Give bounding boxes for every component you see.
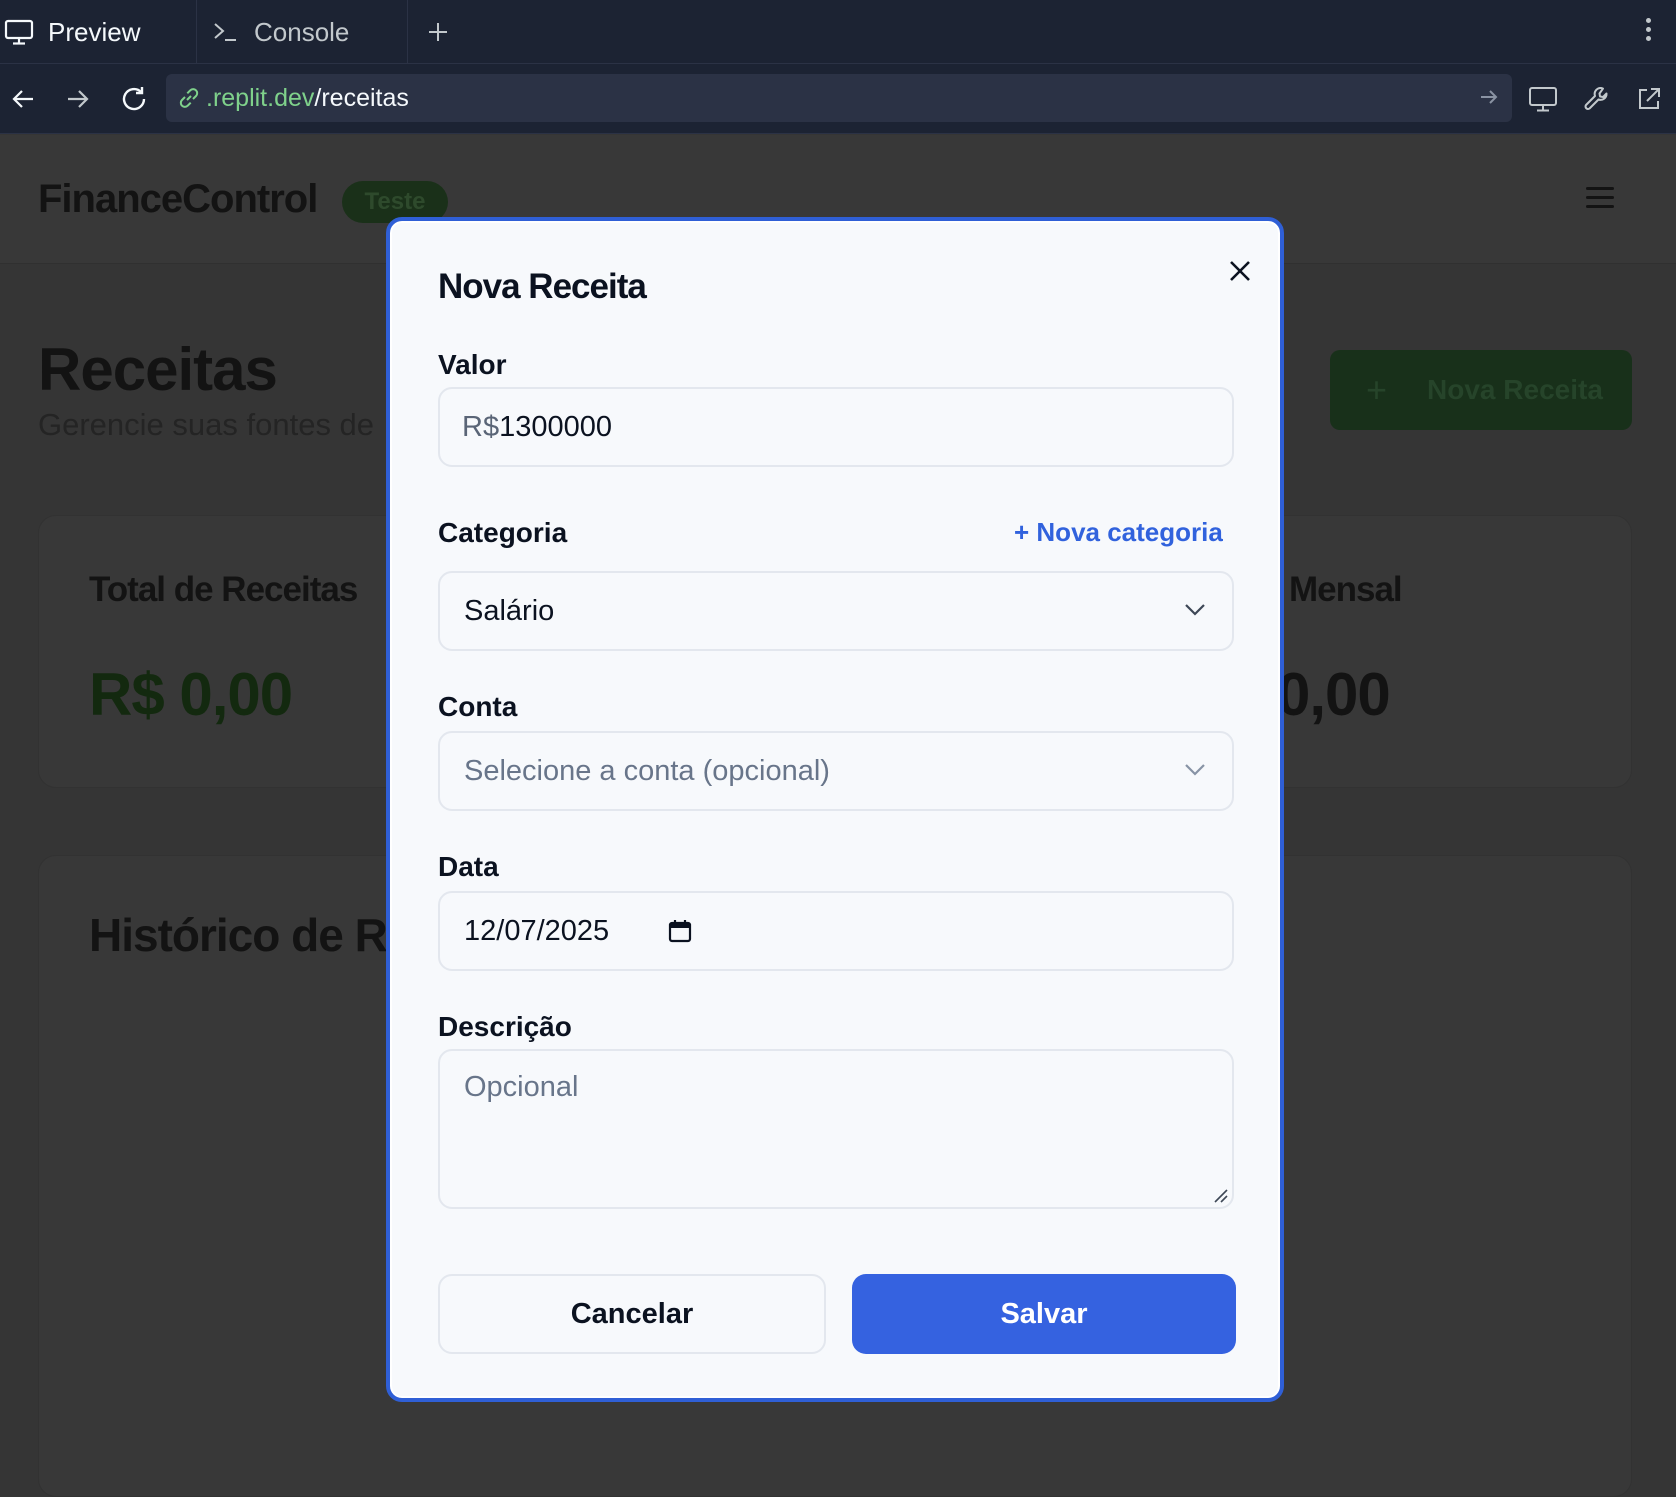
arrow-left-icon — [12, 90, 33, 108]
url-host: .replit.dev — [206, 83, 315, 112]
reload-button[interactable] — [117, 82, 151, 116]
new-tab-button[interactable] — [426, 14, 454, 50]
new-income-button-label: Nova Receita — [1427, 374, 1603, 405]
arrow-right-icon — [68, 90, 89, 108]
tab-console-label: Console — [254, 16, 350, 47]
url-path: /receitas — [314, 83, 409, 112]
more-options-icon[interactable] — [1636, 14, 1660, 50]
url-bar[interactable]: .replit.dev/receitas — [166, 74, 1512, 122]
chevron-down-icon — [1185, 764, 1205, 776]
brand-logo: FinanceControl — [38, 177, 318, 221]
page-subtitle: Gerencie suas fontes de — [38, 407, 375, 442]
devtools-button[interactable] — [1580, 82, 1614, 116]
save-button[interactable]: Salvar — [852, 1274, 1236, 1354]
monitor-icon — [4, 19, 34, 45]
close-button[interactable] — [1224, 255, 1256, 287]
reload-icon — [122, 87, 146, 111]
go-arrow-icon[interactable] — [1478, 86, 1500, 108]
date-value: 12/07/2025 — [464, 914, 610, 947]
new-income-button[interactable]: + Nova Receita — [1330, 350, 1632, 430]
plus-icon — [429, 23, 447, 41]
monitor-icon — [1529, 87, 1557, 112]
dialog-title: Nova Receita — [438, 267, 647, 306]
monthly-income-value: 0,00 — [1277, 661, 1391, 728]
conta-select[interactable]: Selecione a conta (opcional) — [438, 731, 1234, 811]
device-preview-button[interactable] — [1526, 82, 1560, 116]
cancel-button[interactable]: Cancelar — [438, 1274, 826, 1354]
forward-button[interactable] — [61, 82, 95, 116]
menu-icon[interactable] — [1586, 187, 1614, 211]
resize-handle-icon[interactable] — [1212, 1187, 1228, 1203]
wrench-icon — [1584, 87, 1608, 110]
total-income-value: R$ 0,00 — [89, 661, 293, 728]
categoria-value: Salário — [464, 594, 555, 627]
close-icon — [1230, 261, 1250, 281]
chevron-down-icon — [1185, 604, 1205, 616]
page-title: Receitas — [38, 336, 278, 403]
new-category-link[interactable]: + Nova categoria — [1014, 517, 1223, 548]
terminal-icon — [214, 23, 236, 41]
descricao-textarea[interactable]: Opcional — [438, 1049, 1234, 1209]
categoria-select[interactable]: Salário — [438, 571, 1234, 651]
browser-tab-bar: Preview Console — [0, 0, 1676, 64]
conta-label: Conta — [438, 691, 518, 722]
tab-preview-label: Preview — [48, 16, 141, 47]
browser-nav-bar: .replit.dev/receitas — [0, 64, 1676, 134]
new-income-dialog: Nova Receita Valor R$ 1300000 Categoria +… — [386, 217, 1284, 1402]
monthly-income-label: Mensal — [1289, 570, 1403, 609]
history-title: Histórico de Re — [89, 909, 412, 961]
valor-label: Valor — [438, 349, 507, 380]
plus-icon: + — [1366, 369, 1388, 410]
data-label: Data — [438, 851, 499, 882]
valor-value: 1300000 — [499, 410, 612, 443]
categoria-label: Categoria — [438, 517, 568, 548]
descricao-placeholder: Opcional — [464, 1071, 579, 1103]
total-income-label: Total de Receitas — [89, 570, 358, 609]
link-icon — [179, 88, 199, 108]
open-external-button[interactable] — [1632, 82, 1666, 116]
calendar-icon[interactable] — [667, 918, 693, 944]
tab-console[interactable]: Console — [198, 0, 408, 64]
external-link-icon — [1639, 88, 1660, 109]
descricao-label: Descrição — [438, 1011, 572, 1042]
conta-placeholder: Selecione a conta (opcional) — [464, 754, 830, 787]
currency-prefix: R$ — [462, 410, 500, 443]
back-button[interactable] — [6, 82, 40, 116]
tab-preview[interactable]: Preview — [0, 0, 197, 64]
valor-input[interactable]: R$ 1300000 — [438, 387, 1234, 467]
date-input[interactable]: 12/07/2025 — [438, 891, 1234, 971]
